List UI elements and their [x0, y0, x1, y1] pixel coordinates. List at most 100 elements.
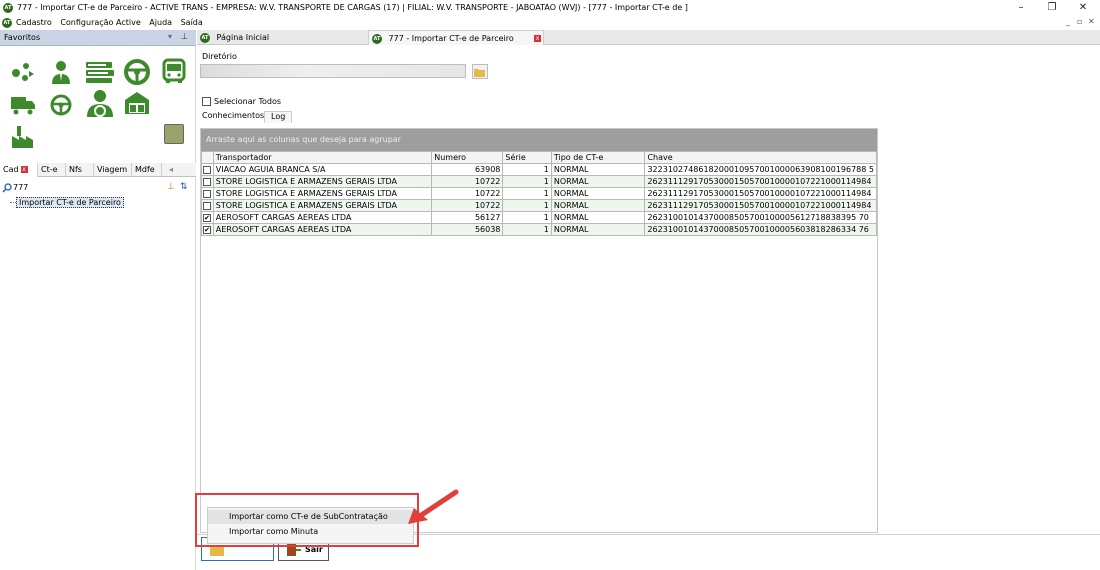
pin-icon[interactable]: ⊥ [181, 32, 188, 41]
column-header-numero[interactable]: Numero [431, 151, 504, 164]
tab-cte[interactable]: Ct-e [38, 163, 66, 177]
scroll-left-icon[interactable]: ◂ [166, 163, 180, 177]
warehouse-icon[interactable] [124, 90, 150, 116]
dropdown-icon[interactable]: ▾ [168, 32, 172, 41]
cell-tipo: NORMAL [550, 175, 646, 188]
routing-icon[interactable] [10, 59, 36, 85]
cell-serie: 1 [502, 163, 552, 176]
cell-transportador: STORE LOGISTICA E ARMAZENS GERAIS LTDA [212, 199, 433, 212]
sort-icon[interactable]: ⇅ [180, 182, 188, 192]
table-row[interactable]: ✔ AEROSOFT CARGAS AEREAS LTDA 56127 1 NORMAL… [201, 211, 877, 224]
factory-icon[interactable] [10, 124, 36, 150]
row-checkbox[interactable]: ✔ [201, 223, 214, 236]
tree-item-importar-cte[interactable]: Importar CT-e de Parceiro [16, 197, 124, 208]
steering-wheel-small-icon[interactable] [48, 92, 74, 118]
annotation-arrow-icon [408, 489, 459, 524]
cell-transportador: STORE LOGISTICA E ARMAZENS GERAIS LTDA [212, 187, 433, 200]
folder-icon [474, 69, 485, 77]
column-header-chave[interactable]: Chave [644, 151, 877, 164]
highlight-box [195, 493, 419, 547]
cell-chave: 2623100101437000850570010000560381828633… [644, 223, 877, 236]
tab-importar-cte[interactable]: AT 777 - Importar CT-e de Parceiro x [368, 30, 544, 45]
menu-ajuda[interactable]: Ajuda [149, 18, 172, 27]
result-tabs: Conhecimentos Log [200, 111, 320, 123]
menu-configuracao[interactable]: Configuração Active [60, 18, 140, 27]
window-title: 777 - Importar CT-e de Parceiro - ACTIVE… [17, 3, 688, 12]
row-checkbox-box[interactable] [203, 165, 211, 174]
menu-cadastro[interactable]: Cadastro [16, 18, 52, 27]
table-row[interactable]: ✔ AEROSOFT CARGAS AEREAS LTDA 56038 1 NORMAL… [201, 223, 877, 236]
row-checkbox[interactable] [201, 199, 214, 212]
driver-icon[interactable] [85, 88, 115, 118]
row-checkbox[interactable] [201, 175, 214, 188]
app-logo-icon: AT [3, 3, 13, 13]
menu-logo-icon: AT [2, 18, 12, 28]
row-checkbox-box[interactable] [203, 177, 211, 186]
tab-conhecimentos[interactable]: Conhecimentos [202, 111, 264, 120]
person-icon[interactable] [48, 59, 74, 85]
restore-button[interactable]: ❐ [1037, 0, 1067, 16]
group-panel[interactable]: Arraste aqui as colunas que deseja para … [201, 129, 877, 151]
favorites-title: Favoritos [4, 33, 41, 42]
table-row[interactable]: STORE LOGISTICA E ARMAZENS GERAIS LTDA 10… [201, 199, 877, 212]
cte-grid: Arraste aqui as colunas que deseja para … [200, 128, 878, 533]
column-header-tipo[interactable]: Tipo de CT-e [550, 151, 646, 164]
clear-filter-icon[interactable]: ⊥ [167, 182, 175, 192]
column-header-transportador[interactable]: Transportador [212, 151, 433, 164]
tab-cte-label: Ct-e [41, 165, 58, 174]
cell-tipo: NORMAL [550, 223, 646, 236]
cell-serie: 1 [502, 175, 552, 188]
cell-numero: 10722 [431, 175, 504, 188]
close-window-button[interactable]: ✕ [1068, 0, 1098, 16]
cell-numero: 56127 [431, 211, 504, 224]
mdi-minimize-icon[interactable]: _ [1066, 17, 1070, 26]
cell-chave: 2623111291705300015057001000010722100011… [644, 199, 877, 212]
table-row[interactable]: STORE LOGISTICA E ARMAZENS GERAIS LTDA 10… [201, 175, 877, 188]
steering-wheel-icon[interactable] [124, 59, 150, 85]
left-panel: Favoritos ▾ ⊥ Cad x Ct-e Nfs Viagem Mdfe … [0, 30, 196, 570]
row-checkbox[interactable]: ✔ [201, 211, 214, 224]
row-checkbox-box[interactable] [203, 201, 211, 210]
tab-log[interactable]: Log [264, 111, 293, 123]
row-checkbox-box[interactable]: ✔ [203, 225, 211, 234]
table-row[interactable]: VIACAO AGUIA BRANCA S/A 63908 1 NORMAL 32231… [201, 163, 877, 176]
tab-viagem[interactable]: Viagem [94, 163, 132, 177]
tab-pagina-inicial[interactable]: AT Página Inicial [197, 30, 367, 45]
select-all-checkbox[interactable] [202, 97, 211, 106]
cell-numero: 10722 [431, 199, 504, 212]
menu-saida[interactable]: Saída [181, 18, 203, 27]
mdi-restore-icon[interactable]: ▫ [1077, 17, 1082, 26]
tab-cad[interactable]: Cad x [0, 163, 38, 177]
row-checkbox-box[interactable]: ✔ [203, 213, 211, 222]
cell-transportador: STORE LOGISTICA E ARMAZENS GERAIS LTDA [212, 175, 433, 188]
column-header-serie[interactable]: Série [502, 151, 552, 164]
cte-table: Transportador Numero Série Tipo de CT-e … [201, 151, 877, 236]
row-checkbox-box[interactable] [203, 189, 211, 198]
cell-chave: 2623111291705300015057001000010722100011… [644, 175, 877, 188]
cell-serie: 1 [502, 223, 552, 236]
table-row[interactable]: STORE LOGISTICA E ARMAZENS GERAIS LTDA 10… [201, 187, 877, 200]
table-header-row: Transportador Numero Série Tipo de CT-e … [201, 151, 877, 164]
directory-input[interactable] [200, 64, 466, 78]
browse-folder-button[interactable] [472, 64, 488, 79]
close-tab-icon[interactable]: x [534, 35, 541, 42]
tab-mdfe[interactable]: Mdfe [132, 163, 162, 177]
tab-nfs[interactable]: Nfs [66, 163, 94, 177]
truck-icon[interactable] [10, 92, 36, 118]
directory-label: Diretório [202, 52, 237, 61]
cell-chave: 2623100101437000850570010000561271883839… [644, 211, 877, 224]
tab-nfs-label: Nfs [69, 165, 82, 174]
buses-icon[interactable] [84, 59, 116, 85]
cell-transportador: AEROSOFT CARGAS AEREAS LTDA [212, 211, 433, 224]
tab-cad-label: Cad [3, 165, 19, 174]
cell-transportador: VIACAO AGUIA BRANCA S/A [212, 163, 433, 176]
mdi-close-icon[interactable]: ✕ [1088, 17, 1095, 26]
close-tab-icon[interactable]: x [20, 166, 28, 173]
minimize-button[interactable]: – [1006, 0, 1036, 16]
trash-icon[interactable] [164, 124, 184, 144]
row-checkbox[interactable] [201, 187, 214, 200]
row-checkbox[interactable] [201, 163, 214, 176]
search-input[interactable]: 777 [13, 183, 28, 192]
bus-front-icon[interactable] [161, 58, 187, 84]
main-content: Diretório Selecionar Todos Conhecimentos… [197, 46, 1100, 570]
